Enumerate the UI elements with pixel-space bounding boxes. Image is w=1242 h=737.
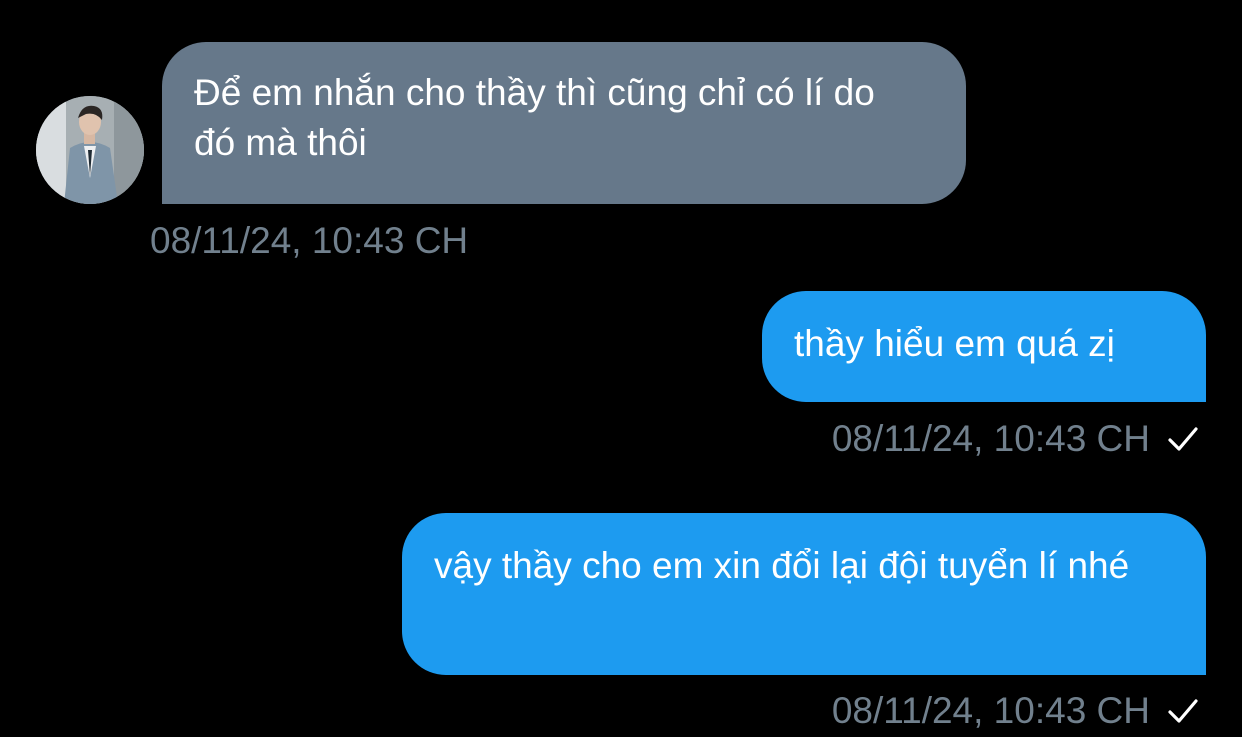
message-text: vậy thầy cho em xin đổi lại đội tuyển lí… xyxy=(434,545,1130,586)
sender-avatar[interactable] xyxy=(36,96,144,204)
sent-message-bubble[interactable]: thầy hiểu em quá zị xyxy=(762,291,1206,402)
message-text: Để em nhắn cho thầy thì cũng chỉ có lí d… xyxy=(194,72,875,163)
received-message-bubble[interactable]: Để em nhắn cho thầy thì cũng chỉ có lí d… xyxy=(162,42,966,204)
checkmark-icon xyxy=(1168,699,1198,723)
message-text: thầy hiểu em quá zị xyxy=(794,323,1115,364)
message-timestamp: 08/11/24, 10:43 CH xyxy=(150,220,469,261)
message-timestamp: 08/11/24, 10:43 CH xyxy=(831,690,1150,731)
avatar-photo xyxy=(36,96,144,204)
checkmark-icon xyxy=(1168,427,1198,451)
sent-message-bubble[interactable]: vậy thầy cho em xin đổi lại đội tuyển lí… xyxy=(402,513,1206,675)
message-timestamp: 08/11/24, 10:43 CH xyxy=(831,418,1150,459)
